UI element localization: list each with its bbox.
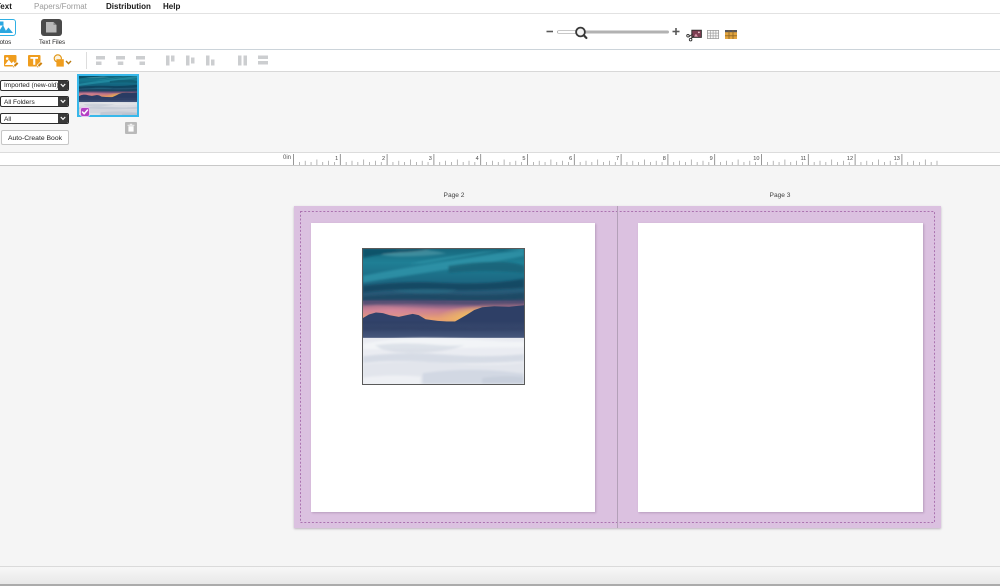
svg-text:6: 6	[569, 156, 572, 162]
svg-text:9: 9	[710, 156, 713, 162]
svg-text:1: 1	[335, 156, 338, 162]
svg-text:7: 7	[616, 156, 619, 162]
svg-text:10: 10	[753, 156, 759, 162]
svg-text:3: 3	[429, 156, 432, 162]
svg-text:8: 8	[663, 156, 666, 162]
svg-text:5: 5	[522, 156, 525, 162]
svg-text:4: 4	[476, 156, 479, 162]
svg-text:11: 11	[800, 156, 806, 162]
svg-text:13: 13	[894, 156, 900, 162]
svg-text:2: 2	[382, 156, 385, 162]
svg-text:12: 12	[847, 156, 853, 162]
